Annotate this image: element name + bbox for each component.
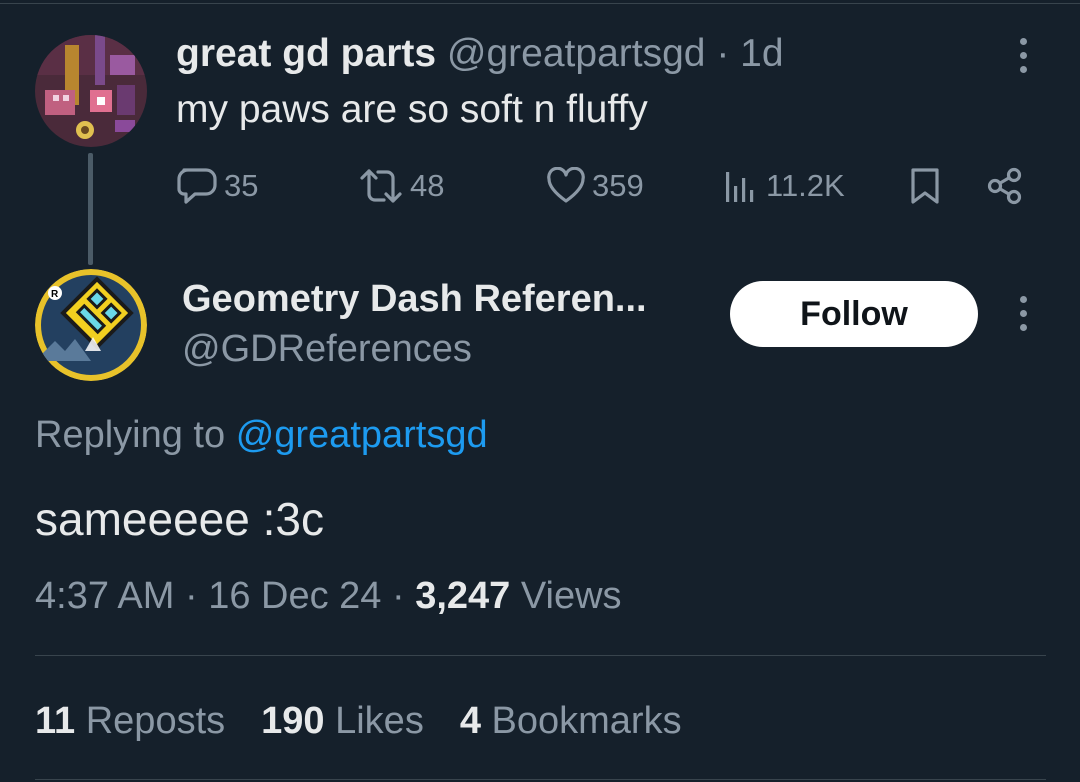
tweet-time[interactable]: 4:37 AM (35, 575, 174, 617)
reply-action[interactable]: 35 (176, 164, 258, 208)
repost-action[interactable]: 48 (358, 164, 444, 208)
bookmark-icon (911, 168, 939, 204)
parent-tweet-header: great gd parts @greatpartsgd · 1d (176, 32, 784, 76)
reply-more-icon[interactable] (1005, 294, 1041, 334)
thread-connector-line (88, 153, 93, 265)
likes-stat-count: 190 (261, 700, 325, 742)
bottom-divider (35, 779, 1046, 780)
replying-mention-link[interactable]: @greatpartsgd (236, 414, 488, 456)
reply-display-name[interactable]: Geometry Dash Referen... (182, 277, 647, 321)
meta-separator: · (392, 575, 405, 617)
tweet-date[interactable]: 16 Dec 24 (208, 575, 381, 617)
parent-avatar[interactable] (35, 35, 147, 147)
bar-chart-icon (726, 172, 754, 202)
replying-to-line: Replying to @greatpartsgd (35, 413, 488, 457)
views-action[interactable]: 11.2K (722, 164, 845, 208)
bookmarks-stat-count: 4 (459, 700, 481, 742)
parent-tweet-text: my paws are so soft n fluffy (176, 88, 648, 131)
share-action[interactable] (985, 164, 1025, 208)
svg-text:R: R (51, 289, 59, 300)
parent-timestamp[interactable]: 1d (740, 32, 783, 75)
reposts-stat-label: Reposts (85, 700, 226, 742)
like-count: 359 (592, 168, 644, 203)
likes-stat[interactable]: 190 Likes (261, 699, 424, 743)
likes-stat-label: Likes (335, 700, 424, 742)
reply-handle[interactable]: @GDReferences (182, 327, 472, 371)
speech-bubble-icon (177, 168, 217, 204)
share-nodes-icon (987, 167, 1022, 205)
reply-count: 35 (224, 168, 259, 203)
top-divider (0, 3, 1080, 4)
heart-icon (547, 167, 585, 203)
parent-more-icon[interactable] (1005, 36, 1041, 76)
reply-avatar[interactable]: R (35, 269, 147, 381)
replying-prefix: Replying to (35, 414, 226, 456)
parent-separator: · (716, 32, 730, 75)
views-count: 11.2K (766, 168, 845, 203)
repost-arrows-icon (360, 169, 402, 203)
parent-display-name[interactable]: great gd parts (176, 32, 436, 75)
tweet-meta: 4:37 AM · 16 Dec 24 · 3,247 Views (35, 574, 622, 618)
engagement-stats: 11 Reposts 190 Likes 4 Bookmarks (35, 699, 682, 743)
stats-divider (35, 655, 1046, 656)
bookmarks-stat-label: Bookmarks (491, 700, 682, 742)
meta-separator: · (184, 575, 198, 617)
follow-button[interactable]: Follow (730, 281, 978, 347)
tweet-views-label: Views (520, 575, 622, 617)
repost-count: 48 (410, 168, 445, 203)
reply-tweet-text: sameeeee :3c (35, 493, 324, 545)
reposts-stat-count: 11 (35, 700, 76, 742)
tweet-views-count: 3,247 (415, 575, 511, 617)
parent-handle[interactable]: @greatpartsgd (447, 32, 706, 75)
bookmark-action[interactable] (908, 164, 942, 208)
reposts-stat[interactable]: 11 Reposts (35, 699, 225, 743)
like-action[interactable]: 359 (546, 164, 644, 208)
tweet-detail-page: great gd parts @greatpartsgd · 1d my paw… (0, 0, 1080, 782)
bookmarks-stat[interactable]: 4 Bookmarks (460, 699, 682, 743)
